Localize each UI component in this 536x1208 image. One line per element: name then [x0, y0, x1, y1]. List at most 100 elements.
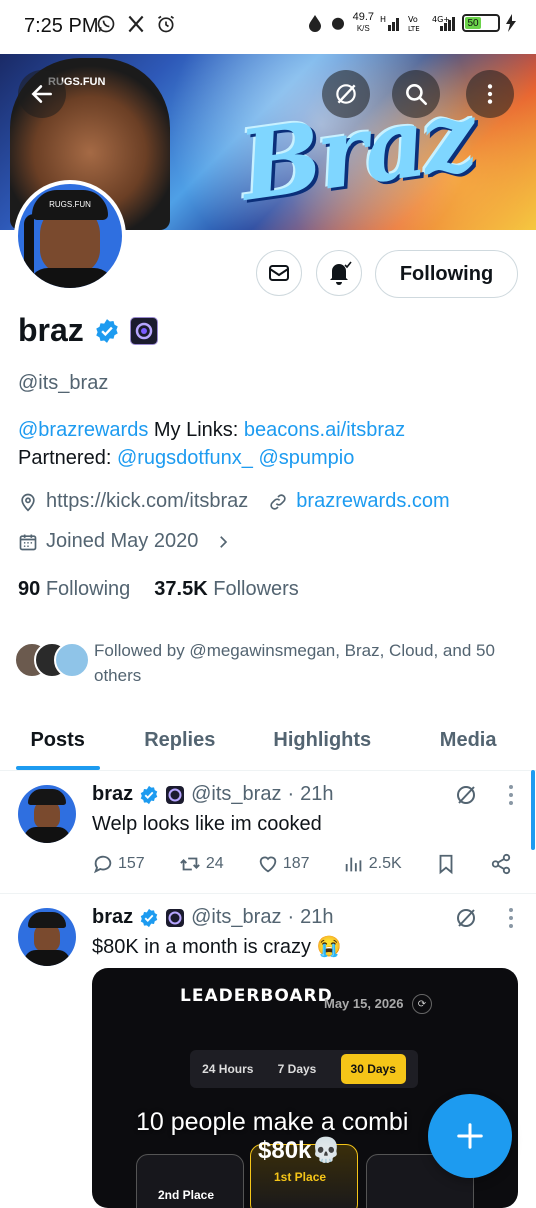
affiliate-badge-icon[interactable] [129, 316, 158, 345]
tab-media[interactable]: Media [400, 710, 536, 770]
compose-post-button[interactable] [428, 1094, 512, 1178]
post-time: 21h [300, 783, 334, 805]
following-button[interactable]: Following [375, 250, 518, 298]
location-pin-icon [21, 493, 35, 512]
share-icon [491, 853, 511, 875]
follow-counts: 90 Following 37.5K Followers [18, 578, 299, 601]
active-tab-indicator [15, 766, 100, 770]
like-button[interactable]: 187 [257, 853, 310, 875]
tab-highlights[interactable]: Highlights [244, 710, 400, 770]
post-top-icons [454, 783, 516, 807]
post-item[interactable]: braz @its_braz · 21h Welp looks like im … [0, 771, 536, 894]
followers-count: 37.5K [154, 578, 208, 600]
repost-icon [180, 857, 200, 871]
followed-by-row[interactable]: Followed by @megawinsmegan, Braz, Cloud,… [14, 638, 524, 688]
message-button[interactable] [256, 250, 302, 296]
battery-level: 50 [465, 17, 481, 29]
alarm-icon [158, 15, 174, 33]
joined-date: Joined May 2020 [46, 530, 199, 552]
network-speed: 49.7 K/S [353, 12, 374, 34]
grok-button[interactable] [322, 70, 370, 118]
battery-icon: 50 [462, 14, 500, 32]
search-icon [406, 84, 428, 106]
bookmark-icon [439, 854, 453, 875]
bio-mention-rugsdotfunx[interactable]: @rugsdotfunx_ [117, 447, 253, 469]
display-name: braz [18, 312, 84, 348]
reply-count: 157 [118, 855, 145, 872]
alarm-status-icon [331, 17, 344, 30]
notifications-button[interactable] [316, 250, 362, 296]
more-vertical-icon[interactable] [506, 784, 516, 806]
status-time: 7:25 PM [24, 15, 99, 37]
volte-icon: VoLTE [408, 15, 420, 32]
grok-icon[interactable] [454, 783, 478, 807]
chevron-right-icon [220, 535, 228, 548]
media-caption: 10 people make a combi [136, 1108, 409, 1136]
back-button[interactable] [18, 70, 66, 118]
profile-display-name-row: braz [18, 312, 158, 349]
repost-button[interactable]: 24 [178, 853, 224, 875]
leaderboard-date: May 15, 2026 [324, 996, 404, 1011]
post-avatar[interactable] [18, 785, 76, 843]
svg-text:LTE: LTE [408, 25, 420, 32]
verified-badge-icon [140, 908, 158, 927]
bio-text-links: My Links: [148, 419, 244, 441]
view-count: 2.5K [368, 855, 402, 872]
tab-highlights-label: Highlights [273, 728, 372, 751]
post-avatar[interactable] [18, 908, 76, 966]
more-options-button[interactable] [466, 70, 514, 118]
svg-text:H: H [380, 15, 386, 24]
profile-avatar[interactable]: RUGS.FUN [14, 180, 126, 292]
post-header: braz @its_braz · 21h [92, 783, 334, 806]
avatar-hat: RUGS.FUN [32, 190, 108, 220]
bell-check-icon [330, 261, 352, 285]
reply-button[interactable]: 157 [92, 853, 145, 875]
website-link-brazrewards[interactable]: brazrewards.com [296, 490, 449, 513]
post-avatar-hat [28, 789, 66, 805]
calendar-icon [19, 534, 37, 550]
signal-4g-icon: 4G+ [432, 15, 455, 31]
profile-handle: @its_braz [18, 372, 109, 394]
profile-bio: @brazrewards My Links: beacons.ai/itsbra… [18, 416, 518, 472]
views-button[interactable]: 2.5K [343, 853, 402, 875]
post-author-name[interactable]: braz [92, 906, 133, 929]
share-button[interactable] [490, 853, 512, 875]
tab-posts-label: Posts [30, 728, 85, 751]
first-place-label: 1st Place [274, 1170, 327, 1184]
post-text: $80K in a month is crazy 😭 [92, 936, 342, 958]
avatar-shirt [28, 268, 114, 288]
svg-text:Vo: Vo [408, 15, 418, 24]
verified-badge-icon[interactable] [94, 318, 120, 344]
followed-by-text: Followed by @megawinsmegan, Braz, Cloud,… [94, 641, 495, 685]
tab-replies[interactable]: Replies [115, 710, 244, 770]
website-link-kick[interactable]: https://kick.com/itsbraz [46, 490, 248, 513]
bookmark-button[interactable] [435, 853, 457, 875]
leaderboard-tab-24h: 24 Hours [202, 1062, 254, 1076]
refresh-icon: ⟳ [412, 994, 432, 1014]
repost-count: 24 [205, 855, 224, 872]
post-avatar-hat [28, 912, 66, 928]
arrow-left-icon [31, 85, 52, 103]
net-speed-value: 49.7 [352, 11, 374, 23]
followers-count-link[interactable]: 37.5K Followers [154, 578, 299, 601]
bio-line-1: @brazrewards My Links: beacons.ai/itsbra… [18, 416, 518, 444]
post-author-handle: @its_braz [191, 783, 282, 805]
link-icon [270, 493, 286, 510]
leaderboard-tab-7d: 7 Days [277, 1062, 317, 1076]
bio-mention-spumpio[interactable]: @spumpio [258, 447, 354, 469]
following-count-link[interactable]: 90 Following [18, 578, 130, 601]
post-separator: · [287, 906, 295, 928]
bio-link-beacons[interactable]: beacons.ai/itsbraz [244, 419, 405, 441]
post-author-name[interactable]: braz [92, 783, 133, 806]
joined-row[interactable]: Joined May 2020 [18, 530, 232, 553]
grok-icon[interactable] [454, 906, 478, 930]
more-vertical-icon[interactable] [506, 907, 516, 929]
profile-links-row: https://kick.com/itsbraz brazrewards.com [18, 490, 450, 513]
views-icon [345, 857, 362, 872]
post-actions: 157 24 187 2.5K [92, 853, 512, 875]
tab-posts[interactable]: Posts [0, 710, 115, 770]
search-button[interactable] [392, 70, 440, 118]
post-avatar-shirt [24, 827, 70, 843]
leaderboard-period-tabs: 24 Hours 7 Days 30 Days [190, 1050, 418, 1088]
bio-mention-brazrewards[interactable]: @brazrewards [18, 419, 148, 441]
